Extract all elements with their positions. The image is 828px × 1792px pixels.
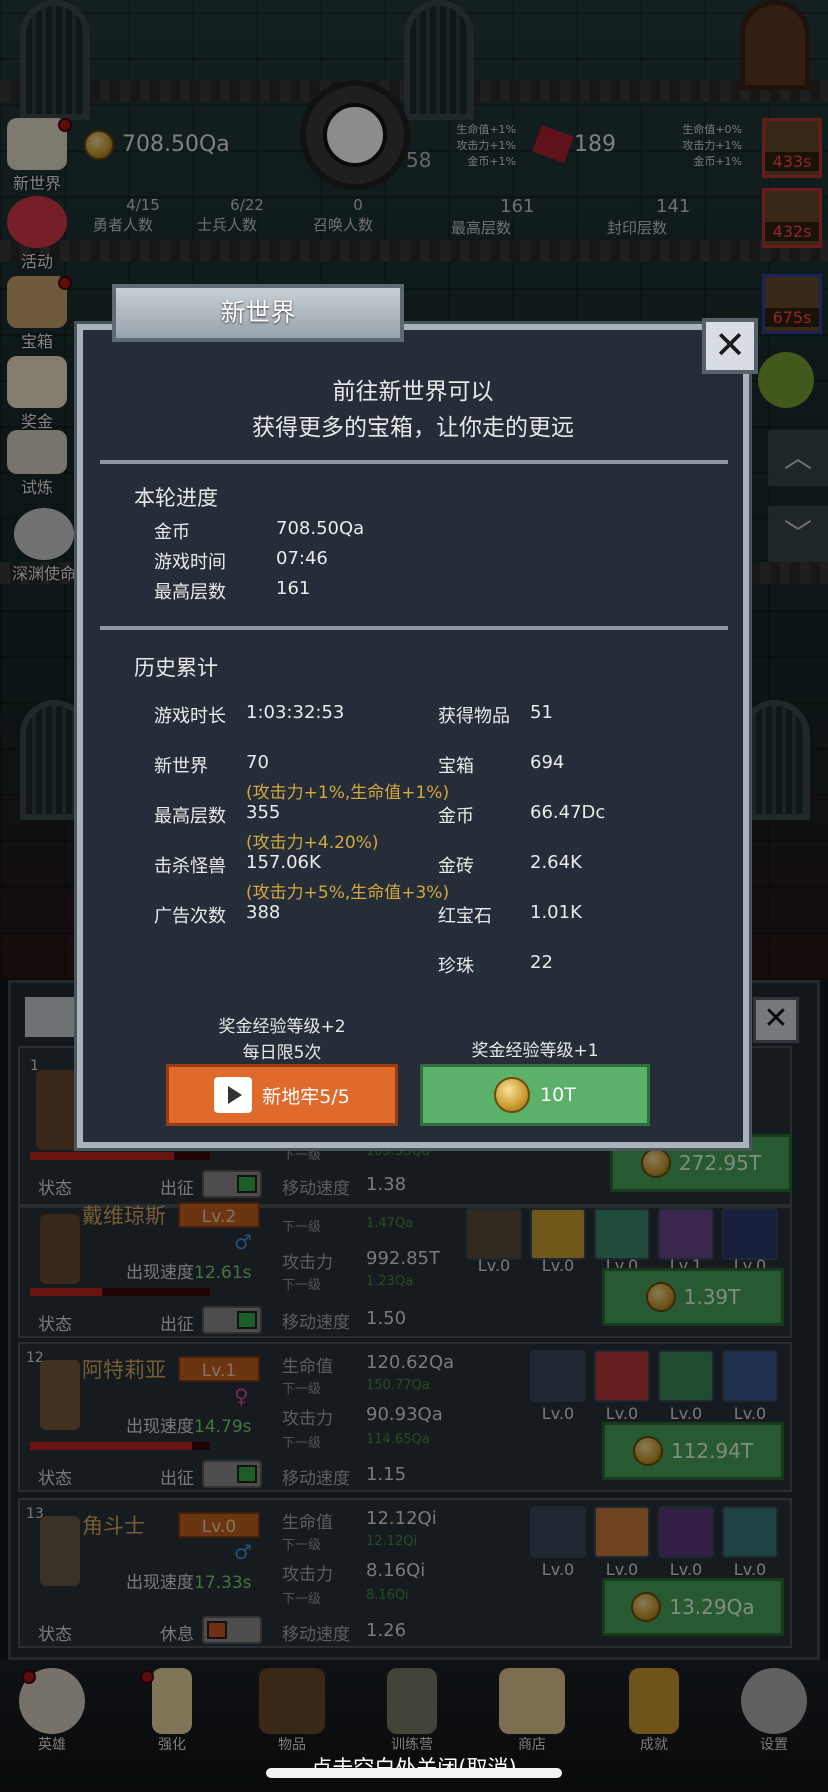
home-indicator[interactable] (266, 1768, 562, 1778)
close-icon[interactable]: ✕ (702, 318, 758, 374)
coin-icon (494, 1077, 531, 1113)
bonus-text: (攻击力+4.20%) (246, 833, 379, 853)
ad-reward-note: 奖金经验等级+2 (218, 1017, 346, 1037)
intro-line-1: 前往新世界可以 (332, 379, 494, 405)
video-icon (214, 1077, 253, 1113)
bonus-text: (攻击力+1%,生命值+1%) (246, 783, 450, 803)
round-progress-title: 本轮进度 (134, 486, 218, 510)
pay-coin-button[interactable]: 10T (420, 1064, 650, 1126)
history-title: 历史累计 (134, 656, 218, 680)
intro-line-2: 获得更多的宝箱，让你走的更远 (252, 415, 574, 441)
bonus-text: (攻击力+5%,生命值+3%) (246, 883, 450, 903)
dialog-title: 新世界 (112, 284, 404, 342)
watch-ad-button[interactable]: 新地牢5/5 (166, 1064, 398, 1126)
divider (100, 460, 728, 464)
coin-reward-note: 奖金经验等级+1 (471, 1041, 599, 1061)
divider (100, 626, 728, 630)
ad-limit-note: 每日限5次 (242, 1043, 322, 1063)
